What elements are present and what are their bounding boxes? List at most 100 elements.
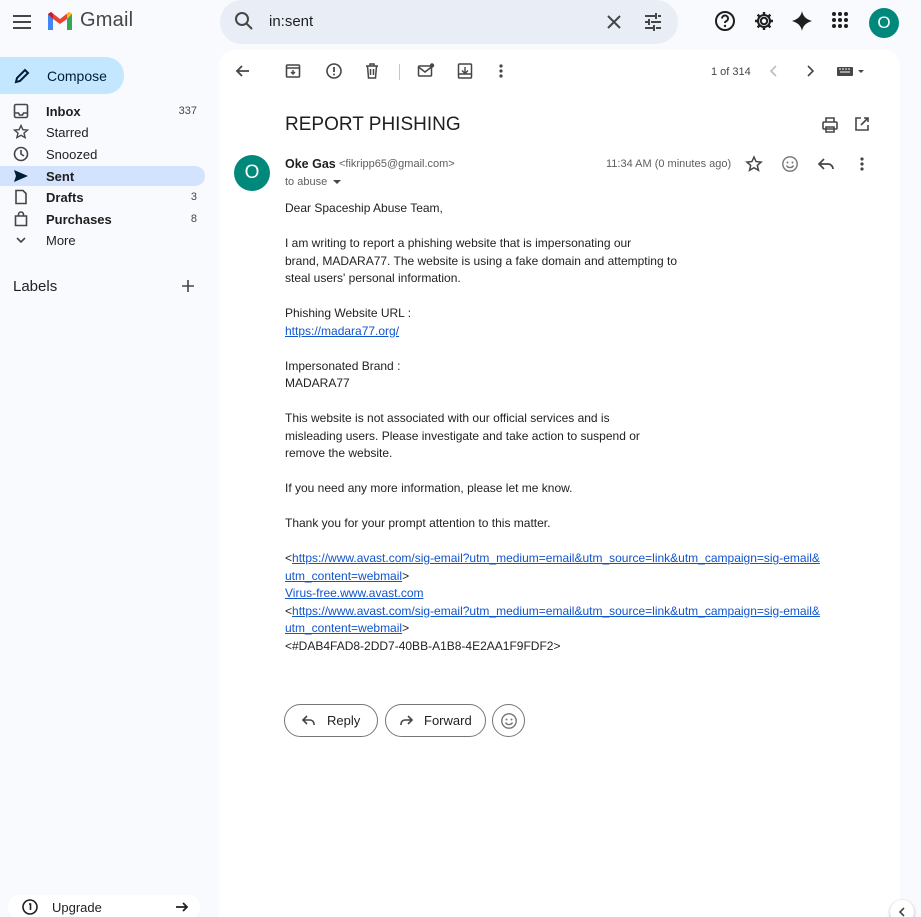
- emoji-reaction-button[interactable]: [492, 704, 525, 737]
- recipient-details[interactable]: to abuse: [285, 176, 343, 188]
- emoji-react-icon[interactable]: [781, 155, 799, 173]
- apps-grid-icon[interactable]: [830, 10, 850, 30]
- account-avatar[interactable]: O: [869, 8, 899, 38]
- sidebar-item-label: Inbox: [46, 103, 81, 119]
- labels-heading: Labels: [13, 278, 58, 295]
- email-body: Dear Spaceship Abuse Team, I am writing …: [285, 200, 845, 655]
- chevron-left-icon: [898, 907, 905, 917]
- compose-button[interactable]: Compose: [0, 57, 124, 94]
- toolbar-divider: [399, 64, 400, 80]
- sidebar-item-label: Drafts: [46, 189, 84, 205]
- sidebar-item-snoozed[interactable]: Snoozed: [0, 144, 205, 164]
- mark-unread-icon[interactable]: [417, 62, 435, 80]
- move-to-icon[interactable]: [457, 62, 473, 80]
- inbox-icon: [12, 102, 30, 120]
- reply-icon: [301, 714, 315, 725]
- forward-button[interactable]: Forward: [385, 704, 486, 737]
- draft-icon: [12, 188, 30, 206]
- sidebar-item-label: Sent: [46, 168, 75, 184]
- side-panel-toggle[interactable]: [890, 900, 914, 917]
- sidebar-item-count: 337: [178, 105, 197, 117]
- sidebar-item-label: Snoozed: [46, 146, 98, 162]
- avast-link[interactable]: utm_content=webmail: [285, 621, 402, 635]
- avast-link[interactable]: utm_content=webmail: [285, 569, 402, 583]
- caret-down-icon: [333, 180, 342, 184]
- archive-icon[interactable]: [285, 62, 301, 80]
- email-paragraph: This website is not associated with our …: [285, 411, 640, 460]
- star-icon[interactable]: [745, 155, 763, 173]
- sidebar-item-purchases[interactable]: Purchases 8: [0, 209, 205, 229]
- star-icon: [12, 123, 30, 141]
- search-input[interactable]: in:sent: [269, 13, 313, 30]
- help-icon[interactable]: [714, 10, 736, 32]
- email-paragraph: Thank you for your prompt attention to t…: [285, 516, 551, 530]
- upgrade-label: Upgrade: [52, 899, 102, 915]
- upgrade-button[interactable]: Upgrade: [8, 895, 200, 917]
- forward-icon: [400, 714, 414, 725]
- sidebar-item-label: Purchases: [46, 211, 112, 227]
- settings-gear-icon[interactable]: [753, 10, 775, 32]
- reply-label: Reply: [327, 713, 361, 728]
- delete-trash-icon[interactable]: [364, 62, 380, 80]
- clear-search-icon[interactable]: [604, 12, 624, 32]
- emoji-icon: [500, 712, 517, 729]
- send-icon: [12, 167, 30, 185]
- hamburger-icon: [13, 15, 31, 29]
- back-arrow-icon[interactable]: [234, 62, 252, 80]
- phishing-url-link[interactable]: https://madara77.org/: [285, 324, 399, 338]
- sender-email: <fikripp65@gmail.com>: [339, 158, 455, 170]
- email-paragraph: If you need any more information, please…: [285, 481, 573, 495]
- sidebar-item-inbox[interactable]: Inbox 337: [0, 101, 205, 121]
- pagination-text: 1 of 314: [711, 66, 751, 78]
- forward-label: Forward: [424, 713, 472, 728]
- more-vert-icon[interactable]: [857, 155, 867, 173]
- print-icon[interactable]: [821, 116, 839, 134]
- input-tools-icon[interactable]: [836, 62, 866, 80]
- search-icon[interactable]: [234, 11, 254, 31]
- sidebar-item-label: More: [46, 232, 76, 248]
- sidebar-item-count: 3: [190, 191, 197, 203]
- brand-label: Impersonated Brand :: [285, 358, 401, 373]
- reply-button[interactable]: Reply: [284, 704, 378, 737]
- email-timestamp: 11:34 AM (0 minutes ago): [606, 158, 732, 170]
- brand-value: MADARA77: [285, 376, 350, 390]
- more-vert-icon[interactable]: [496, 62, 506, 80]
- sender-avatar[interactable]: O: [234, 155, 270, 191]
- upgrade-icon: [22, 899, 38, 915]
- avast-link-block: <https://www.avast.com/sig-email?utm_med…: [285, 603, 820, 618]
- add-label-icon[interactable]: [180, 278, 196, 294]
- pencil-icon: [14, 68, 30, 83]
- sidebar-item-count: 8: [190, 213, 197, 225]
- sender-name[interactable]: Oke Gas: [285, 157, 336, 171]
- avast-link[interactable]: https://www.avast.com/sig-email?utm_medi…: [292, 604, 820, 618]
- email-paragraph: I am writing to report a phishing websit…: [285, 236, 677, 285]
- email-greeting: Dear Spaceship Abuse Team,: [285, 201, 443, 215]
- shopping-bag-icon: [12, 210, 30, 228]
- gmail-logo[interactable]: Gmail: [46, 9, 133, 32]
- sidebar-item-starred[interactable]: Starred: [0, 122, 205, 142]
- sidebar-item-sent[interactable]: Sent: [0, 166, 205, 186]
- sidebar-item-more[interactable]: More: [0, 230, 205, 250]
- sidebar-item-drafts[interactable]: Drafts 3: [0, 187, 205, 207]
- chevron-down-icon: [12, 231, 30, 249]
- report-spam-icon[interactable]: [325, 62, 343, 80]
- clock-icon: [12, 145, 30, 163]
- email-subject: REPORT PHISHING: [285, 114, 461, 135]
- signature-id: <#DAB4FAD8-2DD7-40BB-A1B8-4E2AA1F9FDF2>: [285, 638, 561, 653]
- next-page-icon[interactable]: [804, 62, 816, 80]
- sidebar-item-label: Starred: [46, 124, 89, 140]
- main-menu-button[interactable]: [10, 10, 34, 34]
- gemini-sparkle-icon[interactable]: [791, 10, 813, 32]
- app-name: Gmail: [80, 9, 134, 31]
- gmail-m-icon: [48, 11, 72, 30]
- open-new-window-icon[interactable]: [854, 116, 870, 132]
- avast-link-block: <https://www.avast.com/sig-email?utm_med…: [285, 551, 820, 565]
- url-label: Phishing Website URL :: [285, 306, 412, 320]
- arrow-right-icon: [176, 902, 189, 912]
- compose-label: Compose: [47, 67, 107, 84]
- avast-link[interactable]: https://www.avast.com/sig-email?utm_medi…: [292, 551, 820, 565]
- prev-page-icon[interactable]: [768, 62, 780, 80]
- virus-free-link[interactable]: Virus-free.www.avast.com: [285, 586, 424, 600]
- reply-icon[interactable]: [817, 155, 835, 173]
- search-options-icon[interactable]: [642, 11, 664, 33]
